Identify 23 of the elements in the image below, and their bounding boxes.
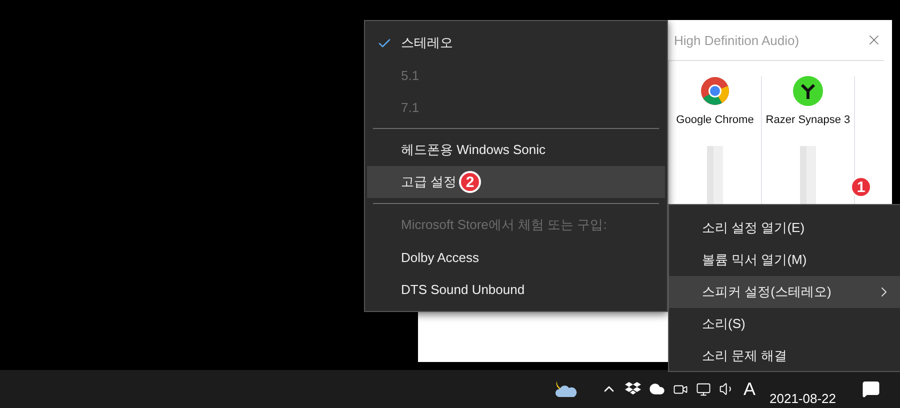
volume-slider[interactable]	[800, 146, 816, 206]
network-icon[interactable]	[696, 382, 712, 396]
app-name: Google Chrome	[676, 114, 754, 126]
notification-icon[interactable]	[862, 380, 880, 398]
menu-item[interactable]: 소리 설정 열기(E)	[669, 212, 900, 244]
menu-item[interactable]: 스테레오	[367, 27, 665, 59]
weather-icon[interactable]	[553, 379, 578, 399]
window-title: High Definition Audio)	[674, 32, 800, 48]
clock-date[interactable]: 2021-08-22	[770, 391, 836, 408]
menu-item[interactable]: 소리(S)	[669, 308, 900, 340]
razer-icon	[793, 76, 823, 106]
volume-slider[interactable]	[707, 146, 723, 206]
menu-item[interactable]: Dolby Access	[367, 241, 665, 273]
menu-item[interactable]: 소리 문제 해결	[669, 340, 900, 372]
chrome-icon	[700, 76, 730, 106]
input-indicator[interactable]: A	[743, 378, 756, 400]
menu-item[interactable]: 헤드폰용 Windows Sonic	[367, 134, 665, 166]
menu-item[interactable]: DTS Sound Unbound	[367, 273, 665, 305]
dropbox-icon[interactable]	[625, 382, 642, 396]
cloud-icon[interactable]	[649, 381, 666, 397]
menu-item[interactable]: 볼륨 믹서 열기(M)	[669, 244, 900, 276]
menu-item[interactable]: 스피커 설정(스테레오)	[669, 276, 900, 308]
app-name: Razer Synapse 3	[766, 114, 850, 126]
